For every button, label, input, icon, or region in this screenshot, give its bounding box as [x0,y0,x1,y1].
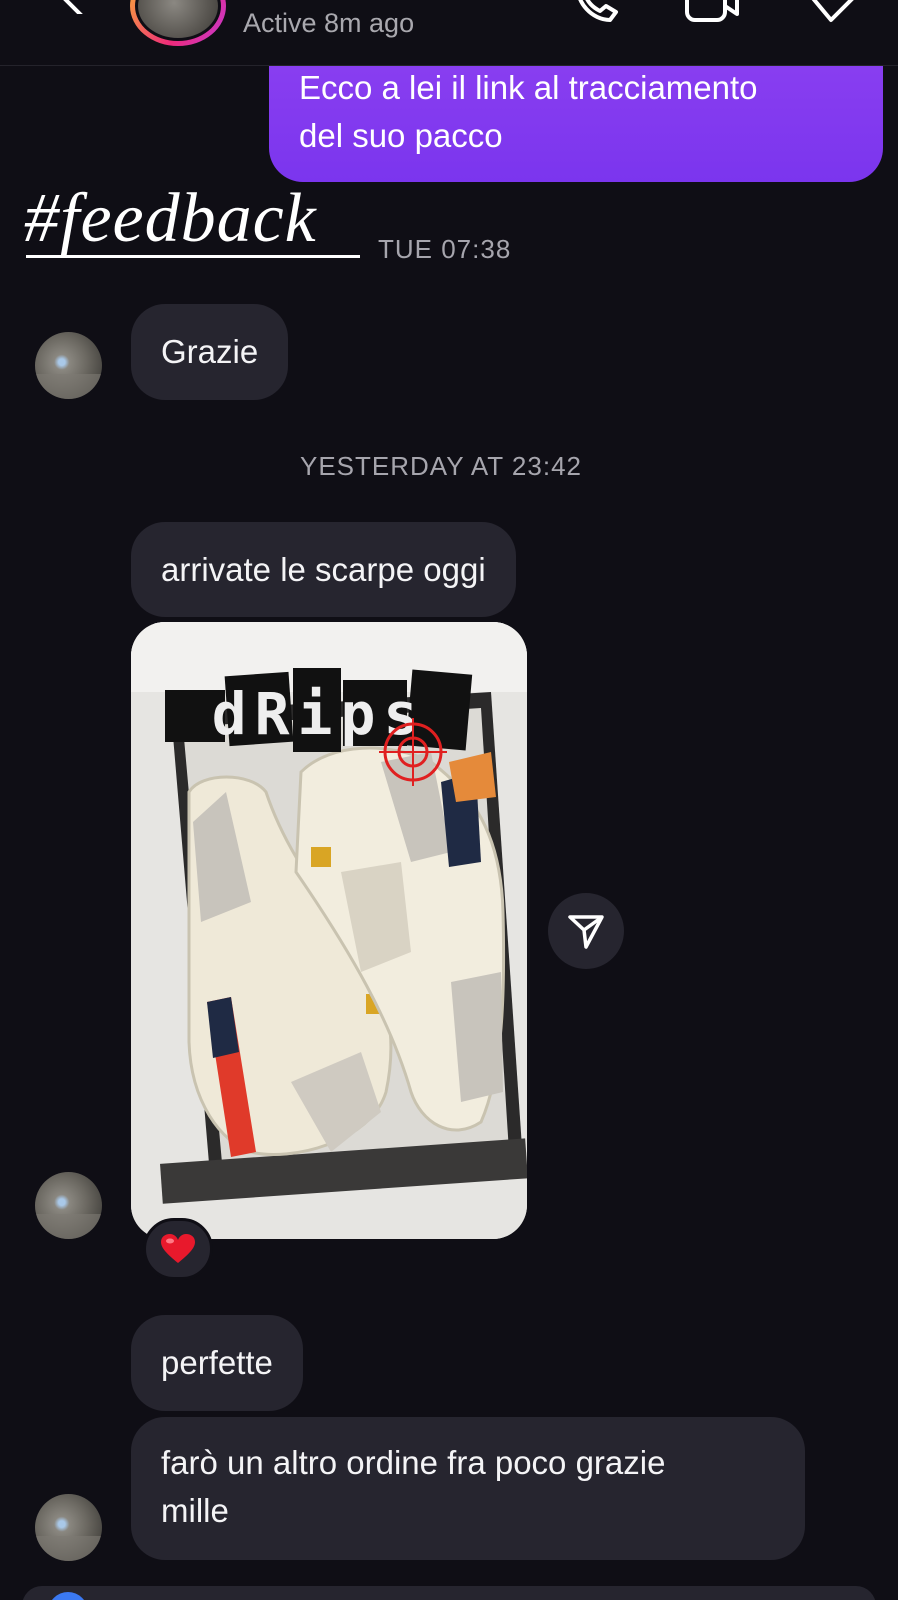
share-button[interactable] [548,893,624,969]
active-status: Active 8m ago [243,8,415,38]
back-icon[interactable] [50,0,90,14]
heart-icon [161,1234,195,1263]
photo-message[interactable]: dRips [131,622,527,1239]
timestamp: YESTERDAY AT 23:42 [300,451,582,481]
sent-message-bubble[interactable]: Ecco a lei il link al tracciamento del s… [269,52,883,182]
share-icon [568,915,604,949]
received-message-bubble[interactable]: farò un altro ordine fra poco grazie mil… [131,1417,805,1560]
received-message-bubble[interactable]: Grazie [131,304,289,400]
dm-thread-screen: Active 8m ago Ecco a lei il link al trac… [0,0,898,1600]
chat-header: Active 8m ago [0,0,898,66]
received-message-bubble[interactable]: perfette [131,1315,303,1411]
audio-call-icon[interactable] [572,0,628,24]
received-message-text: arrivate le scarpe oggi [161,551,486,588]
avatar[interactable] [35,1494,102,1561]
video-call-icon[interactable] [683,0,739,24]
avatar[interactable] [35,1172,102,1239]
feedback-sticker: #feedback [24,180,360,258]
sticker-text: #feedback [24,180,317,257]
contact-avatar[interactable] [130,0,226,46]
received-message-bubble[interactable]: arrivate le scarpe oggi [131,522,516,617]
received-message-text: perfette [161,1344,273,1381]
message-composer[interactable] [22,1586,876,1600]
timestamp: TUE 07:38 [378,234,512,264]
tag-icon[interactable] [805,0,861,24]
received-message-text: farò un altro ordine fra poco grazie mil… [161,1444,666,1529]
received-message-text: Grazie [161,333,259,370]
sent-message-text: Ecco a lei il link al tracciamento del s… [299,69,758,154]
shoe-box-photo: dRips [131,622,527,1239]
sticker-underline [26,255,360,258]
reaction-badge[interactable]: ❤️ [143,1218,213,1280]
photo-sticker-text: dRips [212,680,427,748]
avatar[interactable] [35,332,102,399]
